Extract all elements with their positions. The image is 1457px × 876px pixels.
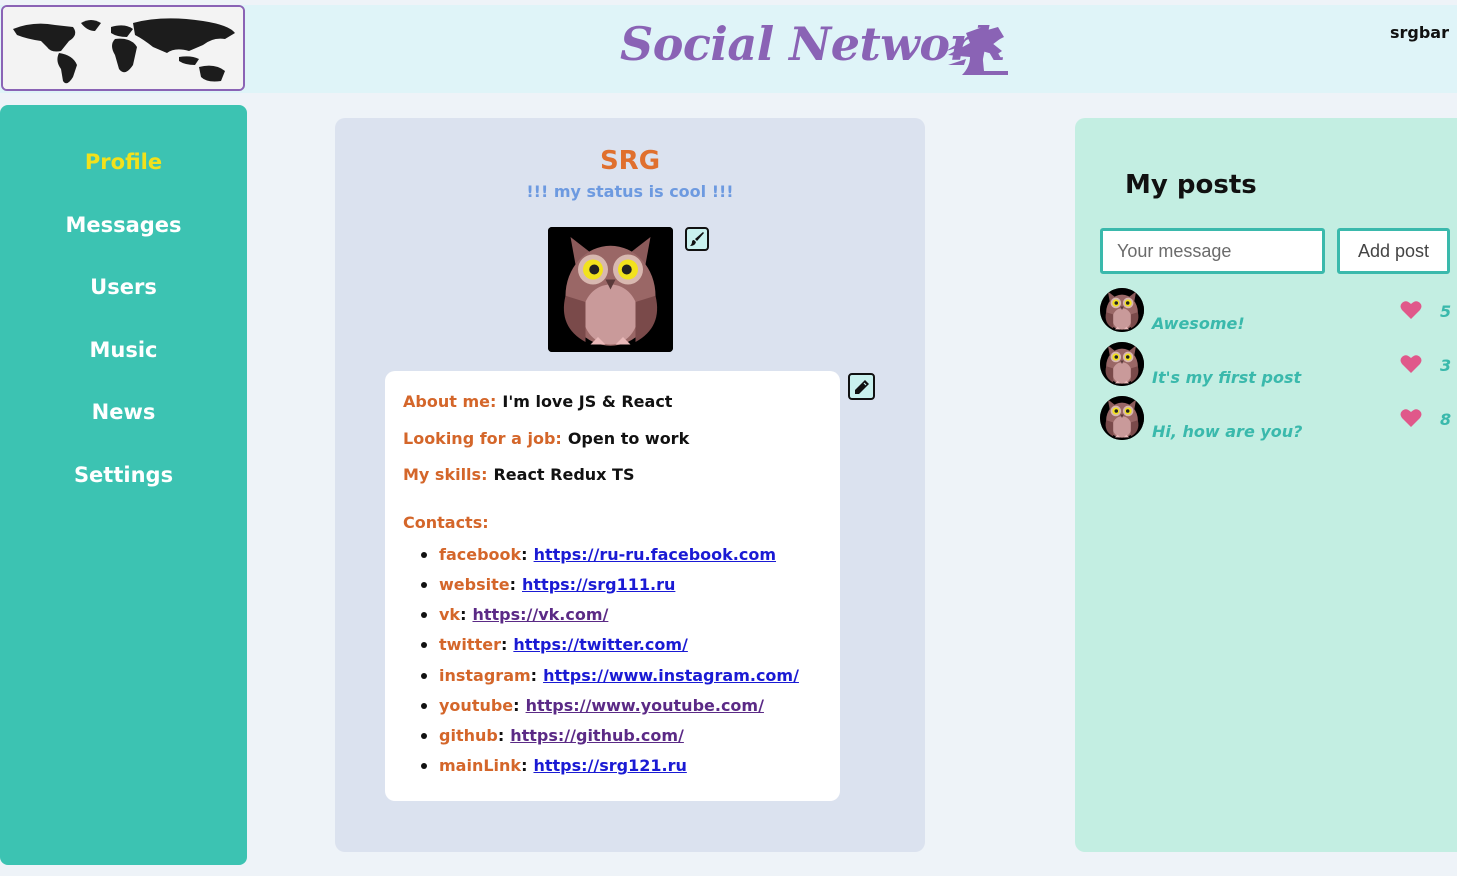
app-header: Social Network srgbar (0, 5, 1457, 93)
nav-item-profile[interactable]: Profile (0, 150, 247, 174)
heart-icon[interactable] (1400, 354, 1422, 374)
owl-icon (548, 227, 673, 352)
bullet (421, 763, 427, 769)
sidebar-nav: Profile Messages Users Music News Settin… (0, 105, 247, 865)
contact-colon: : (521, 756, 528, 775)
nav-item-music[interactable]: Music (0, 338, 247, 362)
post-like-count: 3 (1440, 356, 1452, 375)
bullet (421, 703, 427, 709)
bullet (421, 582, 427, 588)
contact-twitter: twitter: https://twitter.com/ (421, 635, 688, 654)
contact-link[interactable]: https://vk.com/ (472, 605, 608, 624)
skills-label: My skills: (403, 465, 488, 484)
brush-icon (690, 232, 704, 246)
contact-link[interactable]: https://www.youtube.com/ (526, 696, 764, 715)
owl-icon (1100, 288, 1144, 332)
profile-status[interactable]: !!! my status is cool !!! (335, 182, 925, 201)
my-posts-panel: My posts Add post Awesome! 5 It's my fir… (1075, 118, 1457, 852)
post-text: Hi, how are you? (1152, 422, 1303, 441)
owl-icon (1100, 396, 1144, 440)
job-label: Looking for a job: (403, 429, 562, 448)
about-me-value: I'm love JS & React (502, 392, 673, 411)
bullet (421, 552, 427, 558)
contact-colon: : (513, 696, 520, 715)
add-post-button[interactable]: Add post (1337, 228, 1450, 274)
post-avatar (1100, 288, 1144, 332)
bullet (421, 733, 427, 739)
dragon-icon (946, 25, 1008, 75)
bullet (421, 612, 427, 618)
post-item: Awesome! 5 (1100, 288, 1457, 338)
job-value: Open to work (567, 429, 690, 448)
contact-link[interactable]: https://srg111.ru (522, 575, 675, 594)
contact-key: twitter (439, 635, 501, 654)
post-text: It's my first post (1152, 368, 1302, 387)
profile-info-box: About me: I'm love JS & React Looking for… (385, 371, 840, 801)
skills-value: React Redux TS (493, 465, 635, 484)
contact-link[interactable]: https://ru-ru.facebook.com (534, 545, 776, 564)
contact-key: instagram (439, 666, 531, 685)
heart-icon[interactable] (1400, 408, 1422, 428)
profile-card: SRG !!! my status is cool !!! About me: I… (335, 118, 925, 852)
post-avatar (1100, 342, 1144, 386)
post-text: Awesome! (1152, 314, 1245, 333)
contact-key: vk (439, 605, 461, 624)
job-row: Looking for a job: Open to work (403, 429, 689, 448)
about-me-row: About me: I'm love JS & React (403, 392, 672, 411)
contact-colon: : (500, 635, 508, 654)
contact-colon: : (530, 666, 538, 685)
contact-instagram: instagram: https://www.instagram.com/ (421, 666, 799, 685)
logo-world-map[interactable] (1, 5, 245, 91)
contact-link[interactable]: https://srg121.ru (533, 756, 686, 775)
owl-icon (1100, 342, 1144, 386)
post-item: Hi, how are you? 8 (1100, 396, 1457, 446)
nav-item-users[interactable]: Users (0, 275, 247, 299)
contact-key: facebook (439, 545, 522, 564)
contact-youtube: youtube: https://www.youtube.com/ (421, 696, 764, 715)
login-username[interactable]: srgbar (1390, 23, 1449, 42)
contact-link[interactable]: https://github.com/ (510, 726, 684, 745)
world-map-icon (3, 7, 243, 89)
nav-item-news[interactable]: News (0, 400, 247, 424)
nav-item-settings[interactable]: Settings (0, 463, 247, 487)
contact-link[interactable]: https://twitter.com/ (513, 635, 688, 654)
contact-key: github (439, 726, 498, 745)
contact-mainlink: mainLink: https://srg121.ru (421, 756, 687, 775)
contact-colon: : (497, 726, 505, 745)
contact-vk: vk: https://vk.com/ (421, 605, 608, 624)
about-me-label: About me: (403, 392, 497, 411)
post-message-input[interactable] (1100, 228, 1325, 274)
post-avatar (1100, 396, 1144, 440)
contact-facebook: facebook: https://ru-ru.facebook.com (421, 545, 776, 564)
bullet (421, 642, 427, 648)
skills-row: My skills: React Redux TS (403, 465, 634, 484)
contact-link[interactable]: https://www.instagram.com/ (543, 666, 799, 685)
contact-website: website: https://srg111.ru (421, 575, 675, 594)
pencil-icon (854, 379, 869, 394)
contact-github: github: https://github.com/ (421, 726, 684, 745)
nav-item-messages[interactable]: Messages (0, 213, 247, 237)
bullet (421, 673, 427, 679)
contact-colon: : (521, 545, 528, 564)
contact-colon: : (460, 605, 467, 624)
post-like-count: 8 (1440, 410, 1452, 429)
profile-name: SRG (599, 146, 661, 176)
my-posts-title: My posts (1125, 170, 1257, 200)
post-item: It's my first post 3 (1100, 342, 1457, 392)
contact-key: website (439, 575, 510, 594)
edit-profile-button[interactable] (848, 373, 875, 400)
post-like-count: 5 (1440, 302, 1452, 321)
contact-key: mainLink (439, 756, 522, 775)
heart-icon[interactable] (1400, 300, 1422, 320)
profile-avatar (548, 227, 673, 352)
edit-avatar-button[interactable] (685, 227, 709, 251)
contact-colon: : (509, 575, 516, 594)
contacts-title: Contacts: (403, 513, 489, 532)
contact-key: youtube (439, 696, 514, 715)
